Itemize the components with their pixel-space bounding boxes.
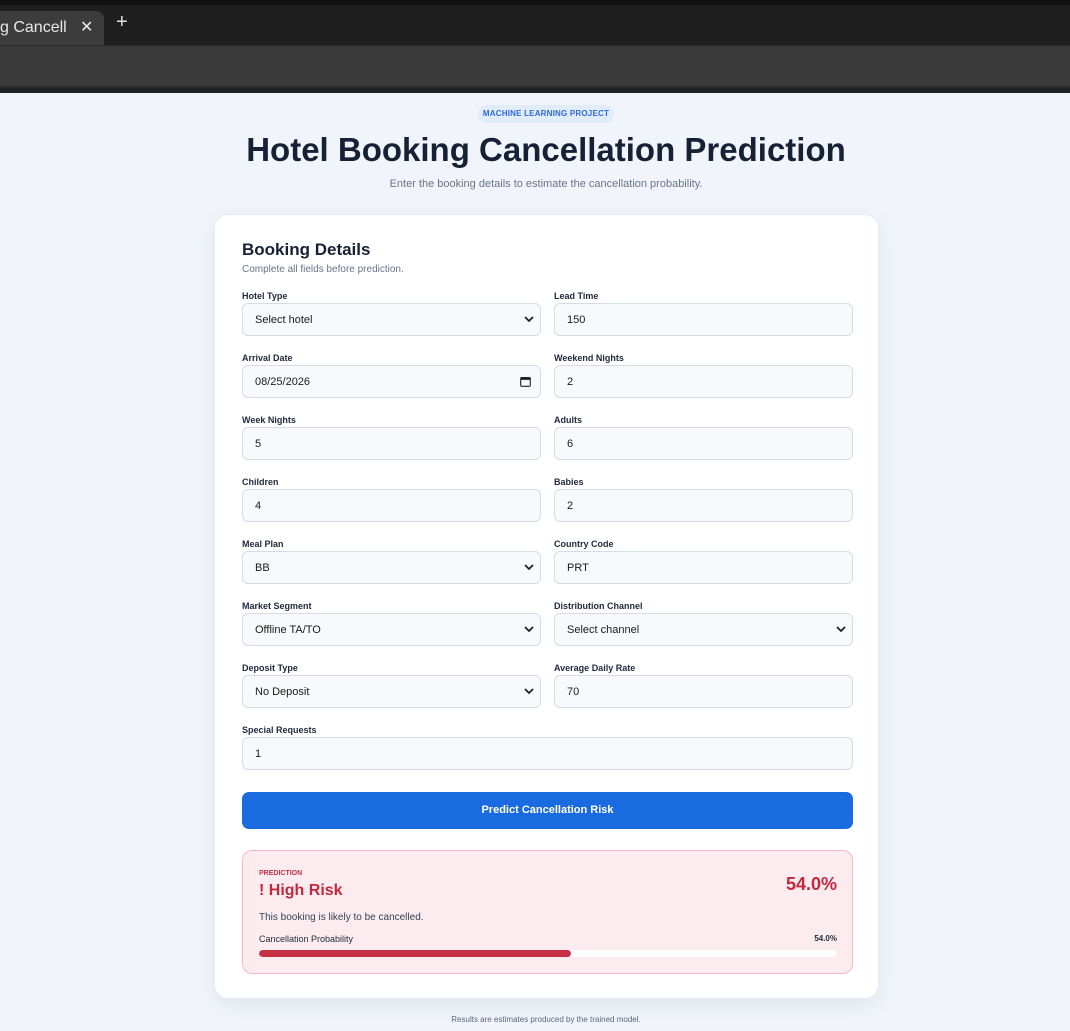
lead-time-input[interactable]: 150 xyxy=(554,303,853,336)
children-input[interactable]: 4 xyxy=(242,489,541,522)
chevron-down-icon xyxy=(524,316,534,323)
children-value: 4 xyxy=(255,500,262,512)
probability-bar xyxy=(259,950,836,957)
lead-time-value: 150 xyxy=(567,314,586,326)
distribution-channel-label: Distribution Channel xyxy=(554,601,643,611)
week-nights-input[interactable]: 5 xyxy=(242,427,541,460)
arrival-date-input[interactable]: 08/25/2026 xyxy=(242,365,541,398)
market-segment-value: Offline TA/TO xyxy=(255,624,321,636)
prediction-kicker: PREDICTION xyxy=(259,870,303,877)
chevron-down-icon xyxy=(836,626,846,633)
children-field: Children 4 xyxy=(242,477,541,522)
babies-value: 2 xyxy=(567,500,574,512)
distribution-channel-select[interactable]: Select channel xyxy=(554,613,853,646)
babies-input[interactable]: 2 xyxy=(554,489,853,522)
meal-plan-select[interactable]: BB xyxy=(242,551,541,584)
risk-percent: 54.0% xyxy=(785,874,837,894)
lead-time-label: Lead Time xyxy=(554,291,599,301)
form-subtitle: Complete all fields before prediction. xyxy=(242,264,404,275)
toolbar-divider xyxy=(0,86,1070,88)
deposit-type-select[interactable]: No Deposit xyxy=(242,675,541,708)
calendar-icon[interactable] xyxy=(520,376,531,387)
meal-plan-value: BB xyxy=(255,562,270,574)
predict-button[interactable]: Predict Cancellation Risk xyxy=(242,792,853,829)
children-label: Children xyxy=(242,477,279,487)
market-segment-field: Market Segment Offline TA/TO xyxy=(242,601,541,646)
country-code-field: Country Code PRT xyxy=(554,539,853,584)
adults-field: Adults 6 xyxy=(554,415,853,460)
special-requests-value: 1 xyxy=(255,748,262,760)
hotel-type-label: Hotel Type xyxy=(242,291,288,301)
form-title: Booking Details xyxy=(242,240,371,259)
probability-label: Cancellation Probability xyxy=(259,934,354,944)
browser-toolbar xyxy=(0,45,1070,88)
week-nights-field: Week Nights 5 xyxy=(242,415,541,460)
adults-label: Adults xyxy=(554,415,582,425)
hotel-type-field: Hotel Type Select hotel xyxy=(242,291,541,336)
market-segment-label: Market Segment xyxy=(242,601,312,611)
distribution-channel-field: Distribution Channel Select channel xyxy=(554,601,853,646)
special-requests-field: Special Requests 1 xyxy=(242,725,853,770)
arrival-date-label: Arrival Date xyxy=(242,353,293,363)
arrival-date-field: Arrival Date 08/25/2026 xyxy=(242,353,541,398)
prediction-result-panel: PREDICTION ! High Risk 54.0% This bookin… xyxy=(242,850,853,974)
new-tab-icon[interactable]: + xyxy=(116,12,128,32)
country-code-label: Country Code xyxy=(554,539,614,549)
footer-note: Results are estimates produced by the tr… xyxy=(451,1015,641,1024)
probability-value: 54.0% xyxy=(814,934,837,943)
adults-value: 6 xyxy=(567,438,574,450)
booking-form-card: Booking Details Complete all fields befo… xyxy=(214,214,879,999)
tab-close-icon[interactable]: ✕ xyxy=(80,17,93,37)
risk-level-title: ! High Risk xyxy=(259,882,343,899)
country-code-input[interactable]: PRT xyxy=(554,551,853,584)
week-nights-value: 5 xyxy=(255,438,262,450)
weekend-nights-field: Weekend Nights 2 xyxy=(554,353,853,398)
hotel-type-select[interactable]: Select hotel xyxy=(242,303,541,336)
lead-time-field: Lead Time 150 xyxy=(554,291,853,336)
week-nights-label: Week Nights xyxy=(242,415,296,425)
hotel-type-value: Select hotel xyxy=(255,314,313,326)
country-code-value: PRT xyxy=(567,562,589,574)
arrival-date-value: 08/25/2026 xyxy=(255,376,311,388)
risk-description: This booking is likely to be cancelled. xyxy=(259,912,424,923)
meal-plan-field: Meal Plan BB xyxy=(242,539,541,584)
project-badge: MACHINE LEARNING PROJECT xyxy=(478,105,614,123)
deposit-type-field: Deposit Type No Deposit xyxy=(242,663,541,708)
weekend-nights-input[interactable]: 2 xyxy=(554,365,853,398)
average-daily-rate-field: Average Daily Rate 70 xyxy=(554,663,853,708)
special-requests-input[interactable]: 1 xyxy=(242,737,853,770)
browser-tab[interactable]: g Cancell ✕ xyxy=(0,11,104,45)
average-daily-rate-label: Average Daily Rate xyxy=(554,663,636,673)
tab-title: g Cancell xyxy=(0,19,67,36)
babies-field: Babies 2 xyxy=(554,477,853,522)
chevron-down-icon xyxy=(524,688,534,695)
meal-plan-label: Meal Plan xyxy=(242,539,284,549)
browser-tab-bar: g Cancell ✕ + xyxy=(0,5,1070,45)
chevron-down-icon xyxy=(524,564,534,571)
page: MACHINE LEARNING PROJECT Hotel Booking C… xyxy=(0,93,1070,1031)
market-segment-select[interactable]: Offline TA/TO xyxy=(242,613,541,646)
page-subtitle: Enter the booking details to estimate th… xyxy=(389,178,703,190)
babies-label: Babies xyxy=(554,477,584,487)
distribution-channel-value: Select channel xyxy=(567,624,640,636)
deposit-type-label: Deposit Type xyxy=(242,663,298,673)
weekend-nights-label: Weekend Nights xyxy=(554,353,624,363)
special-requests-label: Special Requests xyxy=(242,725,317,735)
weekend-nights-value: 2 xyxy=(567,376,574,388)
deposit-type-value: No Deposit xyxy=(255,686,310,698)
average-daily-rate-input[interactable]: 70 xyxy=(554,675,853,708)
chevron-down-icon xyxy=(524,626,534,633)
adults-input[interactable]: 6 xyxy=(554,427,853,460)
probability-bar-fill xyxy=(259,950,571,957)
average-daily-rate-value: 70 xyxy=(567,686,580,698)
page-title: Hotel Booking Cancellation Prediction xyxy=(246,131,846,168)
